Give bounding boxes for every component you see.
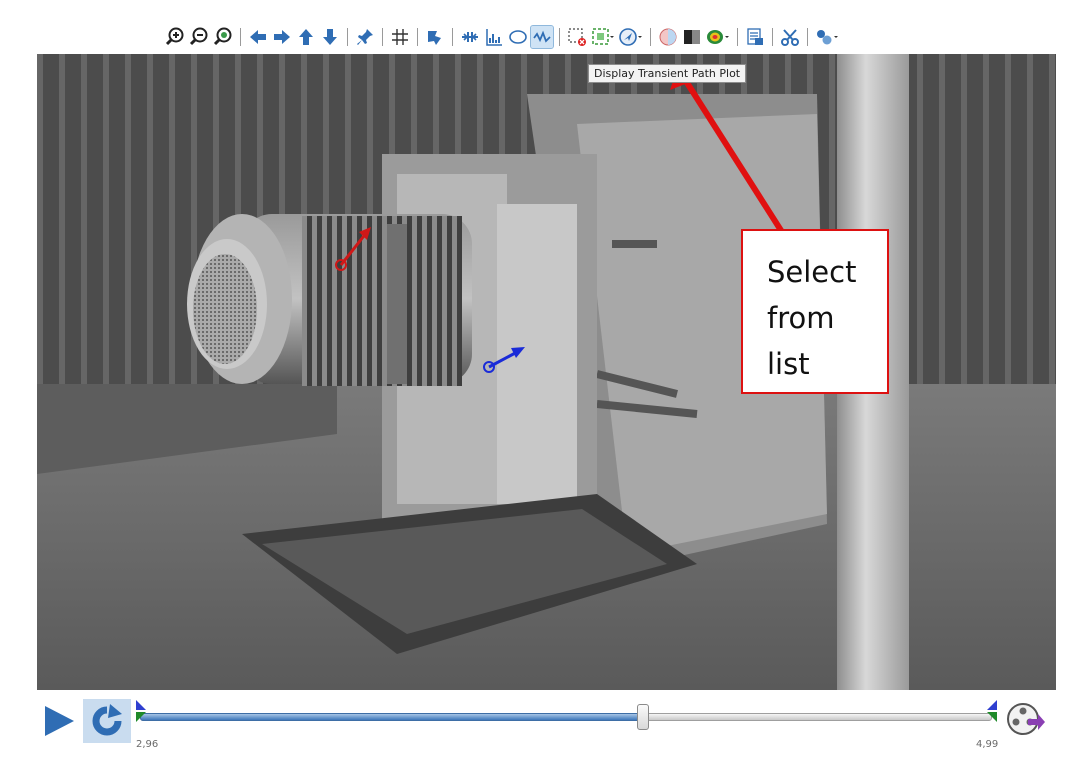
zoom-out-icon[interactable] <box>188 26 210 48</box>
timeline-progress <box>140 713 643 721</box>
toolbar-separator <box>807 28 808 46</box>
loop-button[interactable] <box>83 699 131 743</box>
bar-chart-icon[interactable] <box>483 26 505 48</box>
arrow-up-icon[interactable] <box>295 26 317 48</box>
loop-icon <box>92 704 122 736</box>
export-video-button[interactable] <box>1006 702 1046 736</box>
callout-line: list <box>767 347 810 381</box>
toolbar-separator <box>559 28 560 46</box>
toolbar <box>164 22 840 52</box>
start-marker-icon[interactable] <box>135 700 147 727</box>
arrow-down-icon[interactable] <box>319 26 341 48</box>
tooltip: Display Transient Path Plot <box>588 64 747 83</box>
toolbar-separator <box>452 28 453 46</box>
report-icon[interactable] <box>744 26 766 48</box>
arrow-left-icon[interactable] <box>247 26 269 48</box>
toolbar-separator <box>737 28 738 46</box>
play-icon <box>45 706 74 736</box>
zoom-fit-icon[interactable] <box>212 26 234 48</box>
callout-line: Select <box>767 255 857 289</box>
points-icon[interactable] <box>459 26 481 48</box>
callout-line: from <box>767 301 835 335</box>
rotate-shape-icon[interactable] <box>424 26 446 48</box>
toolbar-separator <box>382 28 383 46</box>
toolbar-separator <box>417 28 418 46</box>
grid-icon[interactable] <box>389 26 411 48</box>
end-marker-icon[interactable] <box>986 700 998 727</box>
film-reel-icon <box>1007 703 1045 735</box>
play-button[interactable] <box>42 704 76 738</box>
scissors-icon[interactable] <box>779 26 801 48</box>
color-circle-icon[interactable] <box>657 26 679 48</box>
video-viewport[interactable] <box>37 54 1056 690</box>
settings-icon[interactable] <box>814 26 840 48</box>
clear-selection-icon[interactable] <box>566 26 588 48</box>
machine-photo <box>37 54 1056 690</box>
pin-icon[interactable] <box>354 26 376 48</box>
heatmap-icon[interactable] <box>705 26 731 48</box>
toolbar-separator <box>650 28 651 46</box>
toolbar-separator <box>772 28 773 46</box>
ellipse-icon[interactable] <box>507 26 529 48</box>
toolbar-separator <box>240 28 241 46</box>
arrow-right-icon[interactable] <box>271 26 293 48</box>
grayscale-icon[interactable] <box>681 26 703 48</box>
waveform-icon[interactable] <box>530 25 554 49</box>
start-time-label: 2,96 <box>136 739 159 750</box>
select-region-icon[interactable] <box>590 26 616 48</box>
transport-bar: 2,96 4,99 <box>0 690 1089 764</box>
timeline-thumb[interactable] <box>636 704 649 730</box>
toolbar-separator <box>347 28 348 46</box>
zoom-in-icon[interactable] <box>164 26 186 48</box>
callout-box: Select from list <box>741 229 889 394</box>
end-time-label: 4,99 <box>976 739 999 750</box>
transient-path-icon[interactable] <box>618 26 644 48</box>
